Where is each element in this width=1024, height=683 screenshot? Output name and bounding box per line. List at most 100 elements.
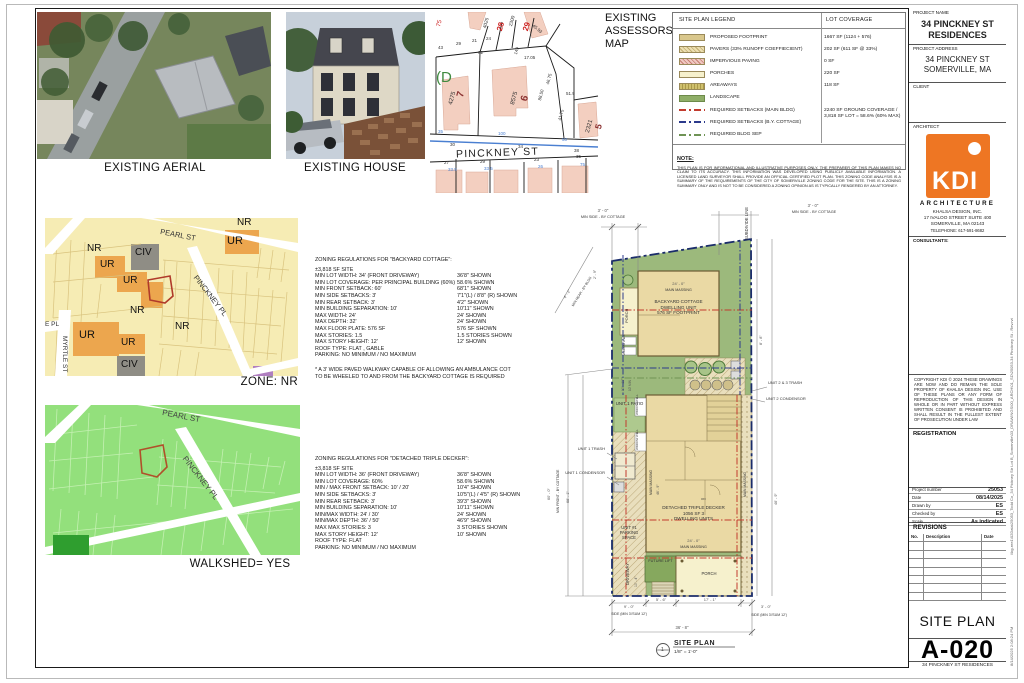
- porch-label: PORCH: [691, 571, 727, 576]
- project-field-row: Project number 25053: [909, 486, 1006, 494]
- main-massing-label: MAIN MASSING: [646, 545, 741, 549]
- zoning-site-line: ±3,818 SF SITE: [315, 466, 543, 473]
- dim-label: 10' MIN: [629, 380, 633, 391]
- revisions-header: No. Description Date: [909, 534, 1006, 542]
- unit1-condensor-label: UNIT 1 CONDENSOR: [555, 471, 605, 476]
- legend-swatch-icon: [679, 34, 705, 41]
- dim-label: 46' - 9": [774, 493, 779, 505]
- legend-row: PAVERS (33% RUNOFF COEFFIECIENT) 202 SF …: [679, 44, 904, 56]
- copyright-text: COPYRIGHT KDI © 2024 THESE DRAWINGS ARE …: [914, 378, 1002, 423]
- zoning-shown: 10'4" SHOWN: [457, 485, 543, 492]
- legend-row: PORCHES 220 SF: [679, 69, 904, 81]
- note-text: THIS PLAN IS FOR INFORMATIONAL AND ILLUS…: [677, 166, 901, 188]
- revision-row: [909, 568, 1006, 576]
- dim-label: 3' - 0": [749, 605, 783, 610]
- zone-district-label: NR: [130, 306, 144, 316]
- zone-district-label: UR: [79, 330, 95, 341]
- drawing-sheet: EXISTING AERIAL EXISTING HOUSE: [0, 0, 1024, 683]
- zoning-row: ROOF TYPE: FLAT: [315, 538, 543, 545]
- dim-label: 3' - 0": [793, 203, 833, 208]
- zoning-row: MAX STORIES: 1.5 1.5 STORIES SHOWN: [315, 333, 543, 340]
- zoning-row: MIN FRONT SETBACK: 60' 68'1" SHOWN: [315, 286, 543, 293]
- legend-swatch-icon: [679, 109, 705, 111]
- map-dim-blue: 26: [538, 165, 543, 170]
- dim-label: 2' - 9": [593, 270, 597, 279]
- zoning-requirement: MAX FLOOR PLATE: 576 SF: [315, 326, 457, 333]
- legend-swatch-icon: [679, 46, 705, 53]
- legend-swatch-icon: [679, 83, 705, 90]
- house-caption: EXISTING HOUSE: [290, 162, 420, 174]
- zoning-cottage-table: ZONING REGULATIONS FOR "BACKYARD COTTAGE…: [315, 257, 543, 381]
- rev-col-no: No.: [909, 534, 924, 542]
- zoning-requirement: MIN / MAX FRONT SETBACK: 10' / 20': [315, 485, 457, 492]
- zoning-requirement: MAX STORY HEIGHT: 12': [315, 532, 457, 539]
- project-name-label: PROJECT NAME: [913, 10, 949, 15]
- sheet-subtitle: 34 PINCKNEY ST RESIDENCES: [909, 661, 1006, 668]
- zoning-requirement: ROOF TYPE: FLAT , GABLE: [315, 346, 457, 353]
- zoning-shown: [457, 538, 543, 545]
- firm-name: KHALSA DESIGN, INC.: [909, 209, 1006, 215]
- legend-header-left: SITE PLAN LEGEND: [679, 17, 735, 23]
- zoning-requirement: MIN BUILDING SEPARATION: 10': [315, 505, 457, 512]
- map-dim: 17.05: [524, 56, 535, 61]
- zoning-row: MIN BUILDING SEPARATION: 10' 10'11" SHOW…: [315, 505, 543, 512]
- zoning-requirement: ROOF TYPE: FLAT: [315, 538, 457, 545]
- window-well-label: WINDOW WELL: [636, 394, 639, 415]
- legend-swatch-icon: [679, 58, 705, 65]
- map-dim: 21: [472, 39, 477, 44]
- legend-swatch-icon: [679, 71, 705, 78]
- project-fields-section: Project number 25053 Date 08/14/2025 Dra…: [909, 486, 1006, 523]
- map-dim: 27: [444, 161, 449, 166]
- zoning-row: MIN REAR SETBACK: 3' 39'3" SHOWN: [315, 499, 543, 506]
- legend-label: PAVERS (33% RUNOFF COEFFIECIENT): [710, 44, 820, 52]
- firm-phone: TELEPHONE: 617-591-8682: [909, 228, 1006, 233]
- dim-label: 60' - 0": [547, 488, 552, 500]
- walkshed-caption: WALKSHED= YES: [185, 558, 295, 570]
- zoning-shown: 10'11" SHOWN: [457, 306, 543, 313]
- revision-row: [909, 542, 1006, 550]
- stair-direction-label: ON: [701, 498, 706, 502]
- zoning-row: MIN/MAX DEPTH: 36' / 50' 46'9" SHOWN: [315, 518, 543, 525]
- unit1-trash-label: UNIT 1 TRASH: [561, 447, 605, 452]
- file-path-note: \\kg-ree1\02Data\25053_Todd Co_34 Pickne…: [1009, 318, 1014, 555]
- zoning-requirement: MIN LOT WIDTH: 34' (FRONT DRIVEWAY): [315, 273, 457, 280]
- zoning-row: MIN / MAX FRONT SETBACK: 10' / 20' 10'4"…: [315, 485, 543, 492]
- legend-label: REQUIRED SETBACKS (B.Y. COTTAGE): [710, 117, 820, 125]
- zoning-row: MAX FLOOR PLATE: 576 SF 576 SF SHOWN: [315, 326, 543, 333]
- zoning-row: MIN BUILDING SEPARATION: 10' 10'11" SHOW…: [315, 306, 543, 313]
- consultants-label: CONSULTANTS:: [913, 238, 949, 243]
- zoning-row: MIN SIDE SETBACKS: 3' 10'5"(L) / 4'5" (R…: [315, 492, 543, 499]
- zoning-row: MIN REAR SETBACK: 3' 4'2" SHOWN: [315, 300, 543, 307]
- zoning-requirement: MIN LOT COVERAGE: 60%: [315, 479, 457, 486]
- map-dim-blue: 75: [580, 163, 585, 168]
- architect-section: ARCHITECT KDI ARCHITECTURE KHALSA DESIGN…: [909, 122, 1006, 237]
- project-address-label: PROJECT ADDRESS: [913, 46, 958, 51]
- rev-col-date: Date: [982, 534, 1006, 542]
- driveway-label: DRIVEWAY: [625, 563, 630, 585]
- map-dim: 29: [480, 160, 485, 165]
- zoning-shown: 10'5"(L) / 4'5" (R) SHOWN: [457, 492, 543, 499]
- zoning-shown: 36'8" SHOWN: [457, 273, 543, 280]
- client-label: CLIENT: [913, 84, 929, 89]
- field-value: 08/14/2025: [976, 495, 1003, 501]
- project-field-row: Date 08/14/2025: [909, 494, 1006, 502]
- project-name-section: PROJECT NAME 34 PINCKNEY ST RESIDENCES: [909, 8, 1006, 45]
- legend-swatch-icon: [679, 95, 705, 102]
- site-plan-legend: SITE PLAN LEGEND LOT COVERAGE PROPOSED F…: [672, 12, 906, 170]
- assessors-map-title: EXISTING ASSESSORS MAP: [605, 12, 677, 51]
- title-block: PROJECT NAME 34 PINCKNEY ST RESIDENCES P…: [908, 8, 1006, 668]
- map-dim-blue: 33.5: [484, 167, 493, 172]
- dim-label: 9' - 0": [613, 605, 645, 610]
- walkshed-map: PEARL ST PINCKNEY PL: [45, 405, 300, 555]
- legend-value: 0 SF: [824, 56, 904, 65]
- setback-note: MIN SIDE - BY COTTAGE: [571, 215, 635, 220]
- zoning-shown: 7'1"(L) / 8'8" (R) SHOWN: [457, 293, 543, 300]
- zoning-shown: 576 SF SHOWN: [457, 326, 543, 333]
- legend-header-right: LOT COVERAGE: [826, 17, 872, 23]
- map-dim: 51.9: [566, 92, 575, 97]
- zoning-requirement: PARKING: NO MINIMUM / NO MAXIMUM: [315, 352, 457, 359]
- legend-swatch-icon: [679, 134, 705, 136]
- zoning-requirement: MAX WIDTH: 24': [315, 313, 457, 320]
- cottage-label: 576 SF FOOTPRINT: [638, 310, 719, 316]
- detail-number: 1: [661, 647, 664, 653]
